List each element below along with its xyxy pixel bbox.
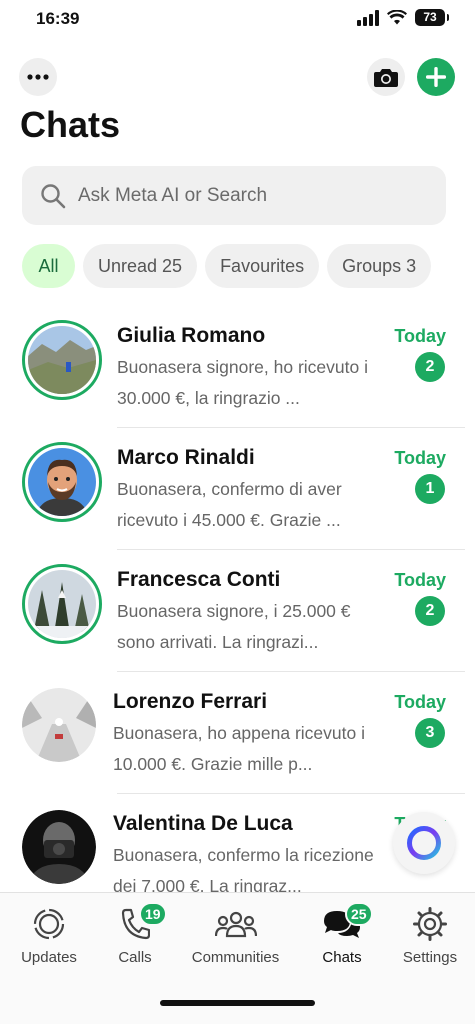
chat-row[interactable]: Lorenzo Ferrari Buonasera, ho appena ric…: [0, 672, 475, 794]
filter-groups[interactable]: Groups 3: [327, 244, 432, 288]
search-bar[interactable]: [22, 166, 446, 225]
mountain-photo-avatar: [28, 326, 96, 394]
new-chat-button[interactable]: [417, 58, 455, 96]
contact-name: Valentina De Luca: [113, 812, 293, 835]
avatar[interactable]: [22, 810, 96, 884]
avatar[interactable]: [22, 442, 102, 522]
search-input[interactable]: [78, 184, 418, 207]
avatar[interactable]: [22, 320, 102, 400]
nav-communities[interactable]: Communities: [172, 893, 299, 977]
nav-chats[interactable]: Chats 25: [299, 893, 385, 977]
unread-badge: 2: [415, 596, 445, 626]
avatar[interactable]: [22, 688, 96, 762]
chat-time: Today: [394, 570, 446, 590]
chat-row[interactable]: Giulia Romano Buonasera signore, ho rice…: [0, 306, 475, 428]
contact-name: Marco Rinaldi: [117, 446, 255, 469]
plus-icon: [426, 67, 446, 87]
filter-favourites[interactable]: Favourites: [205, 244, 320, 288]
message-preview: Buonasera, ho appena ricevuto i 10.000 €…: [113, 723, 365, 774]
meta-ai-button[interactable]: [393, 812, 455, 874]
filter-all[interactable]: All: [22, 244, 75, 288]
ellipsis-icon: [27, 74, 49, 80]
contact-name: Giulia Romano: [117, 324, 266, 347]
status-bar: 16:39 73: [0, 0, 475, 40]
filter-unread[interactable]: Unread 25: [83, 244, 198, 288]
unread-badge: 1: [415, 474, 445, 504]
message-preview: Buonasera signore, ho ricevuto i 30.000 …: [117, 357, 368, 408]
battery-indicator: 73: [415, 9, 449, 26]
home-bar-area: [0, 976, 475, 1024]
chats-badge: 25: [345, 902, 373, 926]
chat-time: Today: [394, 326, 446, 346]
chat-time: Today: [394, 448, 446, 468]
message-preview: Buonasera signore, i 25.000 € sono arriv…: [117, 601, 351, 652]
cellular-signal-icon: [357, 9, 379, 26]
status-time: 16:39: [36, 9, 80, 28]
nav-label: Communities: [191, 949, 280, 966]
chat-row[interactable]: Francesca Conti Buonasera signore, i 25.…: [0, 550, 475, 672]
nav-updates[interactable]: Updates: [0, 893, 98, 977]
home-indicator[interactable]: [160, 1000, 315, 1006]
nav-label: Calls: [118, 949, 152, 966]
chat-list: Giulia Romano Buonasera signore, ho rice…: [0, 306, 475, 892]
message-preview: Buonasera, confermo di aver ricevuto i 4…: [117, 479, 342, 530]
unread-badge: 3: [415, 718, 445, 748]
snowy-forest-photo-avatar: [28, 570, 96, 638]
unread-badge: 2: [415, 352, 445, 382]
nav-calls[interactable]: Calls 19: [98, 893, 172, 977]
wifi-icon: [387, 9, 407, 24]
updates-icon: [33, 908, 65, 940]
message-preview: Buonasera, confermo la ricezione dei 7.0…: [113, 845, 374, 892]
meta-ai-icon: [407, 826, 441, 860]
contact-name: Lorenzo Ferrari: [113, 690, 268, 713]
avatar[interactable]: [22, 564, 102, 644]
nav-label: Updates: [21, 949, 77, 966]
communities-icon: [214, 911, 257, 938]
nav-settings[interactable]: Settings: [385, 893, 475, 977]
chat-time: Today: [394, 692, 446, 712]
bottom-nav: Updates Calls 19 Communities Chats 25 Se…: [0, 892, 475, 976]
contact-name: Francesca Conti: [117, 568, 281, 591]
filter-chips: All Unread 25 Favourites Groups 3: [22, 244, 432, 288]
status-indicators: 73: [357, 9, 449, 26]
more-options-button[interactable]: [19, 58, 57, 96]
camera-icon: [374, 69, 398, 87]
calls-badge: 19: [139, 902, 167, 926]
nav-label: Chats: [322, 949, 362, 966]
page-title: Chats: [20, 104, 121, 145]
search-icon: [41, 183, 66, 208]
chat-row[interactable]: Marco Rinaldi Buonasera, confermo di ave…: [0, 428, 475, 550]
snowy-road-photo-avatar: [22, 688, 96, 762]
gear-icon: [413, 907, 447, 941]
nav-label: Settings: [402, 949, 458, 966]
camera-button[interactable]: [367, 58, 405, 96]
photographer-photo-avatar: [22, 810, 96, 884]
memoji-avatar: [28, 448, 96, 516]
